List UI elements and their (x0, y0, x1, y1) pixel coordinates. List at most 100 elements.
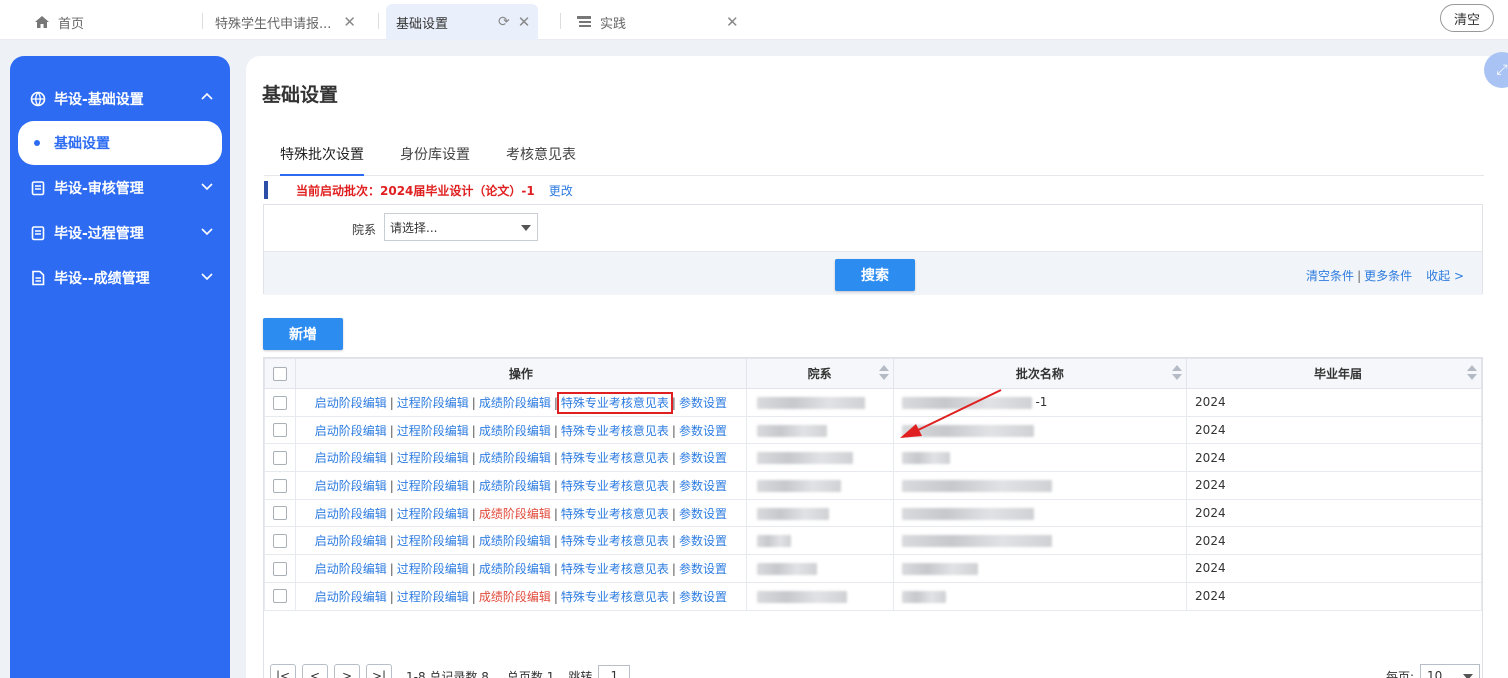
document-icon (30, 270, 46, 286)
grade-stage-edit-link[interactable]: 成绩阶段编辑 (479, 451, 551, 465)
grade-stage-edit-link[interactable]: 成绩阶段编辑 (479, 590, 551, 604)
start-stage-edit-link[interactable]: 启动阶段编辑 (315, 451, 387, 465)
search-button[interactable]: 搜索 (835, 259, 915, 291)
row-dept-cell (745, 554, 894, 583)
header-dept[interactable]: 院系 (745, 358, 894, 389)
first-page-button[interactable]: |< (270, 664, 296, 678)
grade-stage-edit-link[interactable]: 成绩阶段编辑 (479, 562, 551, 576)
param-settings-link[interactable]: 参数设置 (679, 424, 727, 438)
sidebar-group-review[interactable]: 毕设-审核管理 (10, 165, 230, 210)
table-row: 启动阶段编辑 | 过程阶段编辑 | 成绩阶段编辑 | 特殊专业考核意见表 | 参数设置 2024 (264, 581, 1482, 611)
special-assessment-form-link[interactable]: 特殊专业考核意见表 (561, 534, 669, 548)
subtab-special-batch[interactable]: 特殊批次设置 (280, 144, 364, 176)
tab-basic-settings[interactable]: 基础设置 ⟳ ✕ (386, 4, 539, 40)
special-assessment-form-link[interactable]: 特殊专业考核意见表 (561, 424, 669, 438)
tab-practice[interactable]: 实践 ✕ (576, 4, 739, 40)
op-separator: | (671, 534, 676, 549)
process-stage-edit-link[interactable]: 过程阶段编辑 (397, 562, 469, 576)
process-stage-edit-link[interactable]: 过程阶段编辑 (397, 424, 469, 438)
row-checkbox[interactable] (272, 534, 287, 549)
tab-special-students[interactable]: 特殊学生代申请报... ✕ (215, 4, 356, 40)
special-assessment-form-link[interactable]: 特殊专业考核意见表 (561, 562, 669, 576)
param-settings-link[interactable]: 参数设置 (679, 507, 727, 521)
op-separator: | (471, 395, 476, 410)
row-checkbox[interactable] (272, 450, 287, 465)
process-stage-edit-link[interactable]: 过程阶段编辑 (397, 451, 469, 465)
collapse-link[interactable]: 收起 > (1426, 269, 1464, 283)
more-conditions-link[interactable]: 更多条件 (1364, 269, 1412, 283)
start-stage-edit-link[interactable]: 启动阶段编辑 (315, 396, 387, 410)
goto-page-input[interactable]: 1 (598, 665, 631, 678)
grade-stage-edit-link[interactable]: 成绩阶段编辑 (479, 534, 551, 548)
start-stage-edit-link[interactable]: 启动阶段编辑 (315, 479, 387, 493)
start-stage-edit-link[interactable]: 启动阶段编辑 (315, 424, 387, 438)
param-settings-link[interactable]: 参数设置 (679, 479, 727, 493)
param-settings-link[interactable]: 参数设置 (679, 590, 727, 604)
sort-icon[interactable] (1172, 365, 1183, 380)
op-separator: | (553, 534, 558, 549)
special-assessment-form-link[interactable]: 特殊专业考核意见表 (556, 391, 673, 414)
sort-icon[interactable] (1467, 365, 1477, 380)
last-page-button[interactable]: >| (366, 664, 392, 678)
grade-stage-edit-link[interactable]: 成绩阶段编辑 (479, 396, 551, 410)
change-batch-link[interactable]: 更改 (549, 182, 573, 199)
row-checkbox[interactable] (272, 478, 287, 493)
process-stage-edit-link[interactable]: 过程阶段编辑 (397, 534, 469, 548)
sidebar-group-grades[interactable]: 毕设--成绩管理 (10, 255, 230, 300)
sidebar-item-basic-settings[interactable]: 基础设置 (18, 121, 222, 165)
row-year-cell: 2024 (1186, 581, 1482, 611)
subtab-assessment-form[interactable]: 考核意见表 (506, 144, 576, 176)
prev-page-button[interactable]: < (302, 664, 328, 678)
dept-select[interactable]: 请选择... (384, 213, 538, 241)
grade-stage-edit-link[interactable]: 成绩阶段编辑 (479, 479, 551, 493)
start-stage-edit-link[interactable]: 启动阶段编辑 (315, 562, 387, 576)
param-settings-link[interactable]: 参数设置 (679, 396, 727, 410)
start-stage-edit-link[interactable]: 启动阶段编辑 (315, 534, 387, 548)
grade-stage-edit-link[interactable]: 成绩阶段编辑 (479, 507, 551, 521)
special-assessment-form-link[interactable]: 特殊专业考核意见表 (561, 507, 669, 521)
param-settings-link[interactable]: 参数设置 (679, 534, 727, 548)
special-assessment-form-link[interactable]: 特殊专业考核意见表 (561, 451, 669, 465)
clipboard-icon (30, 225, 46, 241)
table-row: 启动阶段编辑 | 过程阶段编辑 | 成绩阶段编辑 | 特殊专业考核意见表 | 参数设置 -1 20… (264, 388, 1482, 417)
process-stage-edit-link[interactable]: 过程阶段编辑 (397, 396, 469, 410)
close-icon[interactable]: ✕ (726, 13, 739, 31)
select-all-checkbox[interactable] (272, 366, 287, 381)
clear-tabs-button[interactable]: 清空 (1440, 4, 1494, 32)
sidebar-group-process[interactable]: 毕设-过程管理 (10, 210, 230, 255)
sidebar-group-basic-settings[interactable]: 毕设-基础设置 (10, 76, 230, 121)
row-batch-cell (892, 443, 1188, 473)
process-stage-edit-link[interactable]: 过程阶段编辑 (397, 479, 469, 493)
row-checkbox[interactable] (272, 395, 287, 410)
row-checkbox[interactable] (272, 506, 287, 521)
special-assessment-form-link[interactable]: 特殊专业考核意见表 (561, 479, 669, 493)
process-stage-edit-link[interactable]: 过程阶段编辑 (397, 507, 469, 521)
next-page-button[interactable]: > (334, 664, 360, 678)
row-year-cell: 2024 (1186, 554, 1482, 583)
sort-icon[interactable] (878, 365, 889, 380)
header-year[interactable]: 毕业年届 (1186, 358, 1482, 389)
row-checkbox-cell (264, 471, 296, 500)
param-settings-link[interactable]: 参数设置 (679, 562, 727, 576)
row-checkbox[interactable] (272, 589, 287, 604)
start-stage-edit-link[interactable]: 启动阶段编辑 (315, 507, 387, 521)
special-assessment-form-link[interactable]: 特殊专业考核意见表 (561, 590, 669, 604)
add-button[interactable]: 新增 (263, 318, 343, 350)
process-stage-edit-link[interactable]: 过程阶段编辑 (397, 590, 469, 604)
op-separator: | (553, 506, 558, 521)
start-stage-edit-link[interactable]: 启动阶段编辑 (315, 590, 387, 604)
per-page-select[interactable]: 10 (1420, 664, 1480, 678)
header-batch[interactable]: 批次名称 (892, 358, 1188, 389)
grade-stage-edit-link[interactable]: 成绩阶段编辑 (479, 424, 551, 438)
tab-home[interactable]: 首页 (34, 4, 84, 40)
param-settings-link[interactable]: 参数设置 (679, 451, 727, 465)
refresh-icon[interactable]: ⟳ (498, 14, 510, 30)
expand-icon[interactable]: ⤢ (1484, 52, 1508, 88)
close-icon[interactable]: ✕ (343, 13, 356, 31)
clear-conditions-link[interactable]: 清空条件 (1306, 269, 1354, 283)
subtab-identity-library[interactable]: 身份库设置 (400, 144, 470, 176)
row-checkbox[interactable] (272, 423, 287, 438)
close-icon[interactable]: ✕ (518, 13, 531, 31)
op-separator: | (671, 423, 676, 438)
row-checkbox[interactable] (272, 561, 287, 576)
